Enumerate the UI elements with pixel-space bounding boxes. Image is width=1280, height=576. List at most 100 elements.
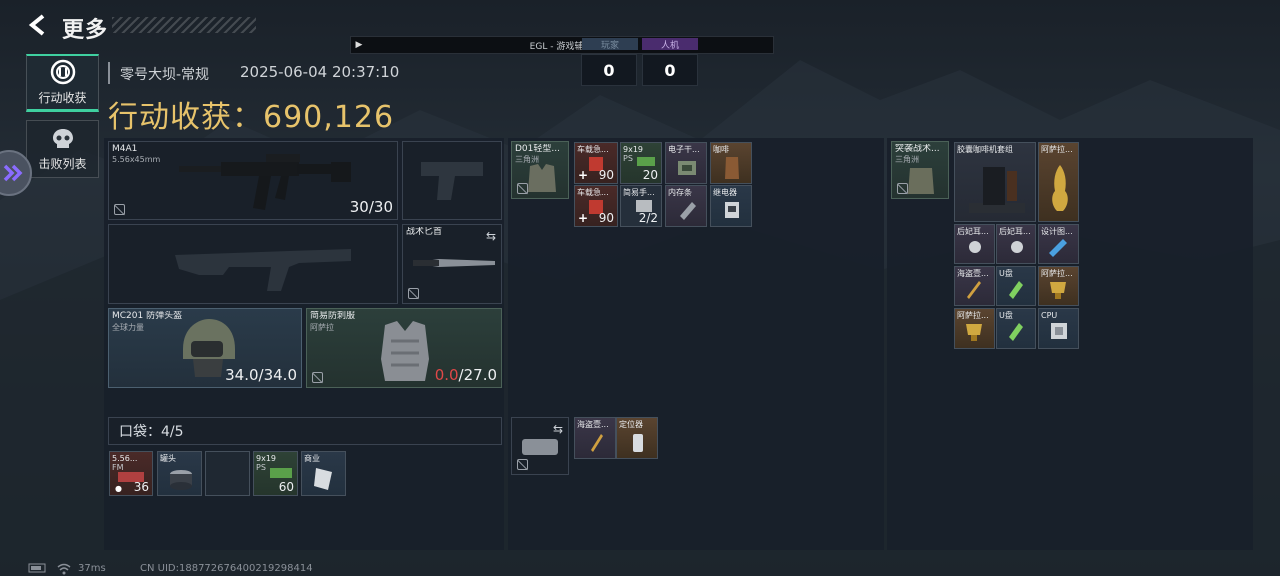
helmet-slot[interactable]: MC201 防弹头盔 全球力量 34.0/34.0 — [108, 308, 302, 388]
lock-icon — [897, 183, 908, 194]
chest-item[interactable]: 内存条 — [665, 185, 707, 227]
chest-item-name: 车载急... — [577, 188, 609, 197]
secondary-weapon-slot[interactable] — [108, 224, 398, 304]
pocket-item-name: 商业 — [304, 454, 320, 463]
backpack-item-name: U盘 — [999, 269, 1013, 278]
backpack-item-name: 阿萨拉... — [1041, 269, 1073, 278]
backpack-item-name: 阿萨拉... — [957, 311, 989, 320]
backpack-item-name: 后妃耳... — [999, 227, 1031, 236]
lock-icon — [312, 372, 323, 383]
gold-cup-icon — [1050, 282, 1066, 299]
wifi-icon — [56, 563, 72, 575]
score-player: 0 — [581, 54, 637, 86]
pen-icon — [967, 281, 981, 299]
chest-item-count: 2/2 — [638, 211, 658, 225]
loot-total: 行动收获：690,126 — [108, 100, 395, 135]
backpack-item[interactable]: 阿萨拉... — [1038, 266, 1079, 306]
pistol-slot[interactable] — [402, 141, 502, 220]
backpack-item-name: CPU — [1041, 311, 1058, 320]
ammo-box-icon — [270, 468, 292, 478]
case-slot[interactable]: ⇆ — [511, 417, 569, 475]
circuit-board-icon — [678, 161, 696, 175]
play-icon[interactable]: ▶ — [351, 40, 367, 50]
primary-weapon-ammo: 30/30 — [349, 198, 393, 216]
tracker-icon — [633, 434, 643, 452]
chest-item[interactable]: 车载急... + 90 — [574, 142, 618, 184]
memory-stick-icon — [680, 202, 696, 220]
chest-item-name: 内存条 — [668, 188, 692, 197]
backpack-item[interactable]: 后妃耳... — [996, 224, 1036, 264]
melee-slot[interactable]: 战术匕首 ⇆ — [402, 224, 502, 304]
egl-menu-title: EGL - 游戏辅助菜单 — [529, 41, 611, 52]
team-tab-player[interactable]: 玩家 — [582, 38, 638, 51]
ammo-box-icon — [637, 157, 655, 166]
pocket-item-empty[interactable] — [205, 451, 250, 496]
backpack-item[interactable]: 阿萨拉... — [1038, 142, 1079, 222]
swap-icon[interactable]: ⇆ — [486, 229, 496, 243]
helmet-durability: 34.0/34.0 — [225, 366, 297, 384]
document-icon — [314, 468, 332, 490]
team-tab-bot[interactable]: 人机 — [642, 38, 698, 51]
backpack-item[interactable]: 胶囊咖啡机套组 — [954, 142, 1036, 222]
chest-item[interactable]: 继电器 — [710, 185, 752, 227]
chest-item-name: 咖啡 — [713, 145, 729, 154]
backpack-icon — [908, 168, 934, 194]
pocket-item-count: 60 — [278, 480, 294, 494]
armor-durability: 0.0/27.0 — [435, 366, 497, 384]
chest-item[interactable]: 电子干... — [665, 142, 707, 184]
chest-item-name: 电子干... — [668, 145, 700, 154]
backpack-item-name: 胶囊咖啡机套组 — [957, 145, 1013, 154]
pocket-item[interactable]: 商业 — [301, 451, 346, 496]
pen-icon — [591, 434, 603, 452]
tab-loot-label: 行动收获 — [38, 91, 87, 105]
teapot-icon — [1052, 165, 1068, 211]
tab-kills-label: 击败列表 — [38, 156, 87, 171]
tab-kills[interactable]: 击败列表 — [26, 120, 99, 178]
pockets-header: 口袋：4/5 — [108, 417, 502, 445]
backpack-item[interactable]: U盘 — [996, 308, 1036, 349]
pocket-item[interactable]: 罐头 — [157, 451, 202, 496]
battery-icon — [28, 563, 48, 573]
armor-durability-current: 0.0 — [434, 366, 459, 384]
armor-name: 简易防刺服 — [310, 311, 356, 321]
back-button[interactable] — [24, 10, 52, 40]
backpack-item-name: U盘 — [999, 311, 1013, 320]
chest-rig-slot[interactable]: D01轻型... 三角洲 — [511, 141, 569, 199]
melee-name: 战术匕首 — [406, 227, 443, 237]
title-decoration — [112, 17, 256, 33]
backpack-item[interactable]: 后妃耳... — [954, 224, 995, 264]
armor-slot[interactable]: 简易防刺服 阿萨拉 0.0/27.0 — [306, 308, 502, 388]
backpack-item[interactable]: CPU — [1038, 308, 1079, 349]
primary-weapon-caliber: 5.56x45mm — [112, 155, 161, 164]
plus-icon: + — [578, 211, 589, 225]
primary-weapon-slot[interactable]: M4A1 5.56x45mm 30/30 — [108, 141, 398, 220]
rifle-placeholder-icon — [175, 249, 351, 291]
tab-loot[interactable]: 行动收获 — [26, 54, 99, 112]
pocket-item[interactable]: 5.56... FM ● 36 — [109, 451, 153, 496]
user-uid: CN UID:188772676400219298414 — [140, 563, 313, 574]
meta-divider — [108, 62, 110, 84]
egl-menu-bar[interactable]: ▶ EGL - 游戏辅助菜单 — [350, 36, 774, 54]
chest-item[interactable]: 9x19 PS 20 — [620, 142, 662, 184]
backpack-item[interactable]: 海盗壹... — [954, 266, 995, 306]
helmet-name: MC201 防弹头盔 — [112, 311, 183, 321]
backpack-item[interactable]: 阿萨拉... — [954, 308, 995, 349]
case-icon — [522, 439, 558, 455]
coffee-machine-icon — [969, 167, 1025, 213]
chest-item[interactable]: 简易手... 2/2 — [620, 185, 662, 227]
pocket-item[interactable]: 9x19 PS 60 — [253, 451, 298, 496]
chest-item[interactable]: 咖啡 — [710, 142, 752, 184]
gold-cup-icon — [966, 324, 982, 341]
backpack-item-name: 设计图... — [1041, 227, 1073, 236]
backpack-item[interactable]: 设计图... — [1038, 224, 1079, 264]
vest-icon — [381, 321, 429, 381]
swap-icon[interactable]: ⇆ — [553, 422, 563, 436]
case-item[interactable]: 定位器 — [616, 417, 658, 459]
case-item[interactable]: 海盗壹... — [574, 417, 616, 459]
backpack-item-name: 后妃耳... — [957, 227, 989, 236]
plus-icon: + — [578, 168, 589, 182]
backpack-slot[interactable]: 突袭战术... 三角洲 — [891, 141, 949, 199]
backpack-item[interactable]: U盘 — [996, 266, 1036, 306]
chest-item[interactable]: 车载急... + 90 — [574, 185, 618, 227]
lock-icon — [517, 183, 528, 194]
